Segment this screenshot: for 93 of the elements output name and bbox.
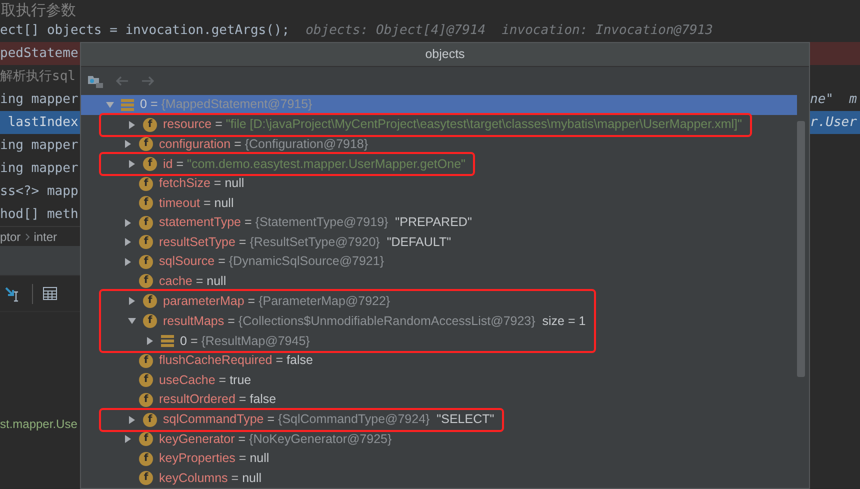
field-icon: f (139, 373, 153, 388)
expand-arrow-icon[interactable] (123, 434, 133, 444)
variable-entry: sqlCommandType = {SqlCommandType@7924} "SELECT" (163, 411, 494, 428)
code-line: 解析执行sql (0, 68, 76, 86)
variable-entry: 0 = {MappedStatement@7915} (140, 96, 312, 114)
variable-entry: resultOrdered = false (159, 391, 276, 408)
field-icon: f (143, 118, 157, 132)
code-line: ing mapper (0, 90, 78, 109)
tree-row[interactable]: f id = "com.demo.easytest.mapper.UserMapper.getOne" (103, 154, 474, 174)
breadcrumb-item[interactable]: ptor (0, 228, 21, 246)
field-icon: f (143, 157, 157, 171)
variable-entry: cache = null (159, 272, 226, 290)
variable-entry: resource = "file [D:\javaProject\MyCentProject\easytest\target\classes\mybatis\mapper\UserMapper.xml]" (163, 116, 742, 134)
field-icon: f (139, 452, 153, 466)
chevron-icon (24, 232, 30, 240)
field-icon: f (139, 432, 153, 446)
expand-arrow-icon[interactable] (145, 336, 155, 346)
variable-entry: resultSetType = {ResultSetType@7920} "DEFAULT" (159, 234, 452, 251)
tree-row[interactable]: f statementType = {StatementType@7919} "PREPARED" (81, 213, 797, 232)
variable-entry: 0 = {ResultMap@7945} (180, 332, 310, 350)
tree-row[interactable]: f keyProperties = null (81, 449, 797, 468)
code-line: r.User (810, 114, 857, 132)
field-icon: f (143, 314, 157, 328)
code-line: ect[] objects = invocation.getArgs(); (0, 22, 290, 40)
field-icon: f (139, 216, 153, 230)
field-icon: f (143, 412, 157, 426)
table-icon[interactable] (43, 287, 57, 300)
field-icon: f (139, 137, 153, 152)
variable-entry: id = "com.demo.easytest.mapper.UserMapper.getOne" (163, 156, 466, 173)
tree-row[interactable]: f keyColumns = null (81, 468, 797, 488)
variable-entry: resultMaps = {Collections$UnmodifiableRandomAccessList@7923} size = 1 (163, 312, 586, 330)
variable-entry: sqlSource = {DynamicSqlSource@7921} (159, 253, 384, 270)
variable-entry: keyGenerator = {NoKeyGenerator@7925} (159, 430, 392, 448)
expand-arrow-icon[interactable] (127, 120, 137, 130)
code-comment: 取执行参数 (0, 2, 76, 18)
tree-row[interactable]: 0 = {ResultMap@7945} (103, 331, 318, 351)
variable-entry: keyColumns = null (159, 470, 262, 487)
tree-row[interactable]: f resultOrdered = false (81, 390, 797, 410)
field-icon: f (139, 471, 153, 486)
array-element-icon (161, 335, 174, 347)
collapse-arrow-icon[interactable] (127, 316, 137, 326)
field-icon: f (139, 354, 153, 368)
inline-debug-value: objects: Object[4]@7914 (306, 22, 486, 40)
field-icon: f (143, 294, 157, 308)
expand-arrow-icon[interactable] (127, 296, 137, 306)
expand-arrow-icon[interactable] (123, 139, 133, 150)
code-line: ss<?> mapp (0, 182, 78, 201)
field-icon: f (139, 392, 153, 407)
tree-row[interactable]: f flushCacheRequired = false (81, 351, 797, 370)
tree-row[interactable]: f sqlSource = {DynamicSqlSource@7921} (81, 252, 797, 272)
tree-row[interactable]: f fetchSize = null (81, 174, 797, 194)
tree-row[interactable]: f configuration = {Configuration@7918} (81, 134, 797, 154)
variable-entry: fetchSize = null (159, 175, 244, 192)
tree-row[interactable]: f parameterMap = {ParameterMap@7922} (103, 291, 398, 311)
tree-row[interactable]: f keyGenerator = {NoKeyGenerator@7925} (81, 430, 797, 449)
code-line: ing mapper (0, 160, 78, 178)
code-line: pedStateme (0, 44, 78, 63)
expand-arrow-icon[interactable] (127, 414, 137, 424)
tree-row[interactable]: f resultMaps = {Collections$UnmodifiableRandomAccessList@7923} size = 1 (103, 311, 594, 331)
tree-row[interactable]: f timeout = null (81, 194, 797, 213)
expand-arrow-icon[interactable] (123, 237, 133, 248)
field-icon: f (139, 254, 153, 269)
tree-row[interactable]: f cache = null (81, 272, 797, 291)
code-line: lastIndex (6, 114, 78, 132)
expand-arrow-icon[interactable] (123, 256, 133, 267)
field-icon: f (139, 176, 153, 191)
folder-icon[interactable] (87, 74, 104, 88)
tree-row[interactable]: f resource = "file [D:\javaProject\MyCentProject\easytest\target\classes\mybatis\mapper\UserMapper.xml]" (103, 114, 750, 134)
variable-entry: timeout = null (159, 194, 234, 212)
tree-row[interactable]: f resultSetType = {ResultSetType@7920} "DEFAULT" (81, 232, 797, 252)
inline-debug-value: invocation: Invocation@7913 (502, 22, 713, 40)
variable-entry: keyProperties = null (159, 450, 270, 468)
field-icon: f (139, 196, 153, 210)
breadcrumb-item[interactable]: inter (34, 228, 58, 246)
expand-arrow-icon[interactable] (127, 159, 137, 169)
code-line: ing mapper (0, 136, 78, 155)
tree-row[interactable]: f useCache = true (81, 370, 797, 390)
variable-entry: configuration = {Configuration@7918} (159, 136, 368, 153)
variable-entry: parameterMap = {ParameterMap@7922} (163, 292, 390, 310)
variable-entry: statementType = {StatementType@7919} "PREPARED" (159, 214, 472, 232)
popup-title: objects (425, 46, 465, 64)
field-icon: f (139, 274, 153, 288)
frame-entry[interactable]: st.mapper.Use (0, 417, 78, 431)
expand-arrow-icon[interactable] (123, 218, 133, 228)
tree-row[interactable]: f sqlCommandType = {SqlCommandType@7924} "SELECT" (103, 410, 502, 430)
field-icon: f (139, 235, 153, 250)
code-line: ne" m (810, 90, 857, 109)
scrollbar-thumb[interactable] (797, 121, 805, 377)
variable-entry: flushCacheRequired = false (159, 352, 313, 370)
line-highlight (810, 42, 860, 65)
array-element-icon (121, 98, 134, 111)
variable-entry: useCache = true (159, 372, 252, 389)
code-line: hod[] meth (0, 206, 78, 224)
